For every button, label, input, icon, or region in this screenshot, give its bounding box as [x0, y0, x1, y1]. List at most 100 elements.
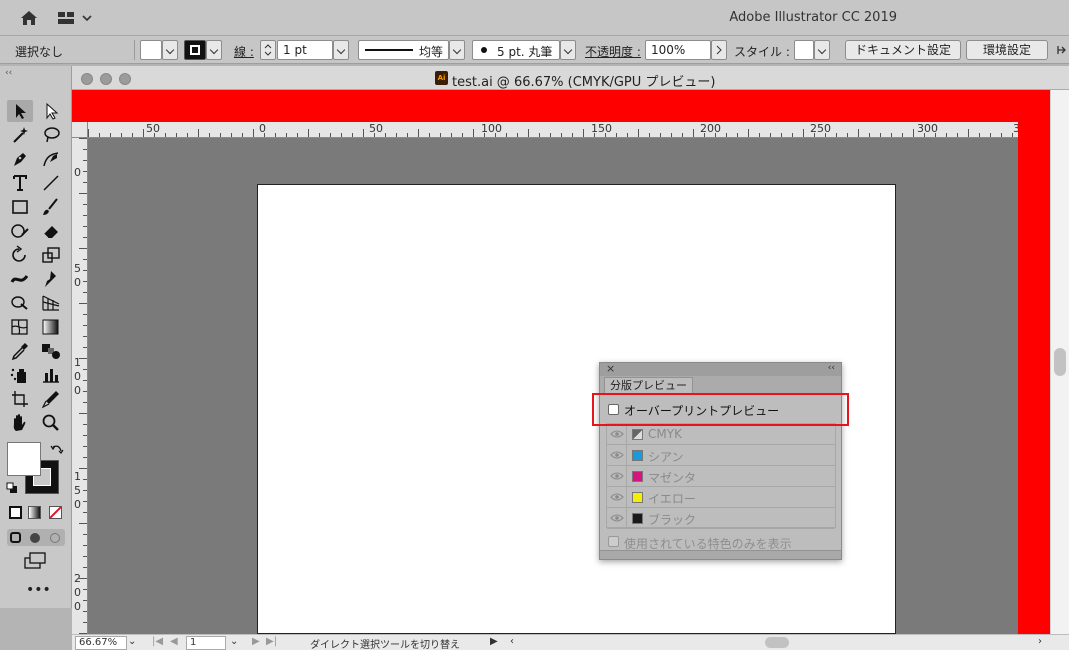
scroll-right-icon[interactable]: ›	[1038, 636, 1042, 650]
ink-visibility-toggle[interactable]	[607, 445, 627, 465]
vertical-scroll-thumb[interactable]	[1054, 348, 1066, 376]
default-fill-stroke-icon[interactable]	[6, 482, 18, 494]
profile-dropdown[interactable]	[449, 40, 465, 60]
collapse-icon[interactable]: ‹‹	[828, 363, 835, 373]
curvature-tool-icon[interactable]	[38, 148, 64, 170]
ink-name: ブラック	[648, 513, 697, 527]
line-segment-tool-icon[interactable]	[38, 172, 64, 194]
rotate-tool-icon[interactable]	[7, 244, 33, 266]
brush-definition[interactable]: 5 pt. 丸筆	[472, 40, 560, 60]
ruler-tick	[83, 589, 87, 590]
stroke-weight-stepper[interactable]	[260, 40, 276, 60]
ruler-origin[interactable]	[72, 122, 88, 138]
show-used-spot-colors-checkbox[interactable]	[608, 536, 619, 547]
zoom-tool-icon[interactable]	[38, 412, 64, 434]
preferences-button[interactable]: 環境設定	[966, 40, 1048, 60]
lasso-tool-icon[interactable]	[38, 124, 64, 146]
none-mode-icon[interactable]	[49, 506, 62, 519]
gradient-mode-icon[interactable]	[28, 506, 41, 519]
stroke-weight-dropdown[interactable]	[333, 40, 349, 60]
slice-tool-icon[interactable]	[38, 388, 64, 410]
shape-builder-tool-icon[interactable]	[7, 292, 33, 314]
zoom-dropdown-icon[interactable]: ⌄	[128, 636, 140, 650]
eraser-tool-icon[interactable]	[38, 220, 64, 242]
ink-row[interactable]: CMYK	[607, 424, 835, 445]
mesh-tool-icon[interactable]	[7, 316, 33, 338]
type-tool-icon[interactable]	[7, 172, 33, 194]
draw-inside-icon[interactable]	[50, 533, 60, 543]
ink-row[interactable]: マゼンタ	[607, 466, 835, 487]
zoom-level-field[interactable]: 66.67%	[75, 636, 127, 650]
column-graph-tool-icon[interactable]	[38, 364, 64, 386]
ink-row[interactable]: シアン	[607, 445, 835, 466]
vertical-scrollbar[interactable]	[1050, 90, 1069, 634]
horizontal-scroll-thumb[interactable]	[765, 637, 789, 648]
stroke-label[interactable]: 線 :	[234, 43, 254, 60]
paintbrush-tool-icon[interactable]	[38, 196, 64, 218]
stroke-swatch[interactable]	[184, 40, 206, 60]
scroll-left-icon[interactable]: ‹	[510, 636, 514, 650]
artboard-dropdown-icon[interactable]: ⌄	[230, 636, 238, 650]
color-mode-icon[interactable]	[9, 506, 22, 519]
hand-tool-icon[interactable]	[7, 412, 33, 434]
ink-visibility-toggle[interactable]	[607, 424, 627, 444]
selection-tool-icon[interactable]	[7, 100, 33, 122]
direct-selection-tool-icon[interactable]	[38, 100, 64, 122]
fill-swatch[interactable]	[140, 40, 162, 60]
panel-collapse-icon[interactable]: ‹‹	[5, 68, 12, 78]
stroke-weight-field[interactable]: 1 pt	[277, 40, 333, 60]
vertical-ruler[interactable]: 050100150200	[72, 138, 88, 634]
ink-row[interactable]: ブラック	[607, 508, 835, 529]
stroke-dropdown[interactable]	[206, 40, 222, 60]
draw-normal-icon[interactable]	[10, 532, 21, 543]
status-menu-icon[interactable]: ▶	[490, 636, 498, 650]
blend-tool-icon[interactable]	[38, 340, 64, 362]
window-minimize-button[interactable]	[100, 73, 112, 85]
edit-toolbar-icon[interactable]: •••	[26, 583, 51, 597]
opacity-label[interactable]: 不透明度 :	[585, 43, 641, 60]
ink-visibility-toggle[interactable]	[607, 466, 627, 486]
fill-color-swatch[interactable]	[7, 442, 41, 476]
ink-row[interactable]: イエロー	[607, 487, 835, 508]
width-tool-icon[interactable]	[7, 268, 33, 290]
previous-artboard-icon[interactable]: ◀	[170, 636, 178, 650]
next-artboard-icon[interactable]: ▶	[252, 636, 260, 650]
document-setup-button[interactable]: ドキュメント設定	[845, 40, 961, 60]
variable-width-profile[interactable]: 均等	[358, 40, 449, 60]
close-icon[interactable]: ×	[606, 362, 615, 375]
puppet-warp-tool-icon[interactable]	[38, 268, 64, 290]
gradient-tool-icon[interactable]	[38, 316, 64, 338]
window-zoom-button[interactable]	[119, 73, 131, 85]
opacity-arrow-button[interactable]	[711, 40, 727, 60]
opacity-field[interactable]: 100%	[645, 40, 711, 60]
magic-wand-tool-icon[interactable]	[7, 124, 33, 146]
shaper-tool-icon[interactable]	[7, 220, 33, 242]
first-artboard-icon[interactable]: |◀	[152, 636, 163, 650]
panel-tab[interactable]: 分版プレビュー	[604, 377, 693, 394]
brush-dropdown[interactable]	[560, 40, 576, 60]
ink-visibility-toggle[interactable]	[607, 508, 627, 528]
swap-fill-stroke-icon[interactable]	[50, 442, 64, 456]
window-close-button[interactable]	[81, 73, 93, 85]
panel-header[interactable]: × ‹‹	[600, 362, 841, 376]
pen-tool-icon[interactable]	[7, 148, 33, 170]
workspace-switcher-icon[interactable]	[56, 9, 96, 27]
screen-mode-icon[interactable]	[24, 552, 48, 570]
last-artboard-icon[interactable]: ▶|	[266, 636, 277, 650]
more-options-icon[interactable]	[1056, 40, 1068, 60]
scale-tool-icon[interactable]	[38, 244, 64, 266]
symbol-sprayer-tool-icon[interactable]	[7, 364, 33, 386]
graphic-style-swatch[interactable]	[794, 40, 814, 60]
home-icon[interactable]	[18, 8, 40, 28]
eyedropper-tool-icon[interactable]	[7, 340, 33, 362]
draw-behind-icon[interactable]	[30, 533, 40, 543]
horizontal-ruler[interactable]: 50 0 50 100 150 200 250 300 3	[88, 122, 1018, 138]
rectangle-tool-icon[interactable]	[7, 196, 33, 218]
graphic-style-dropdown[interactable]	[814, 40, 830, 60]
fill-dropdown[interactable]	[162, 40, 178, 60]
artboard-number-field[interactable]: 1	[186, 636, 226, 650]
panel-resize-grip[interactable]	[600, 550, 841, 559]
perspective-grid-tool-icon[interactable]	[38, 292, 64, 314]
artboard-tool-icon[interactable]	[7, 388, 33, 410]
ink-visibility-toggle[interactable]	[607, 487, 627, 507]
